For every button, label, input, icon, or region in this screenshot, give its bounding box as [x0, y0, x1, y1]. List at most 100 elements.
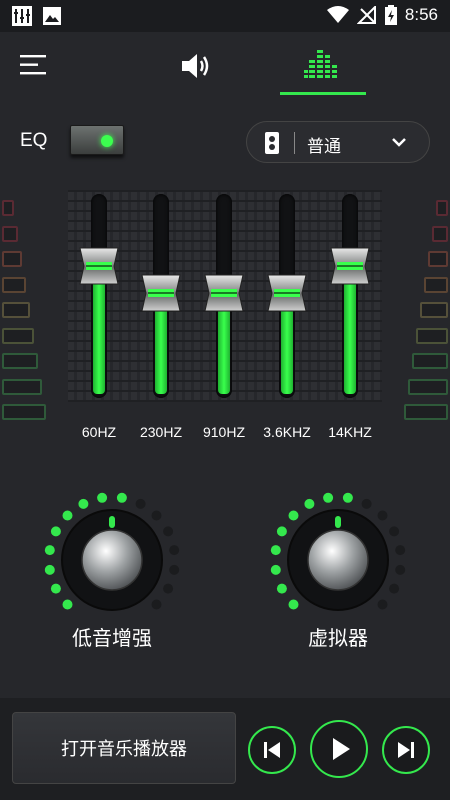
- knob-level-dot: [97, 492, 108, 503]
- preset-value: 普通: [307, 137, 341, 157]
- chevron-down-icon: [392, 138, 406, 147]
- vu-segment: [2, 353, 38, 369]
- knob-level-dot: [389, 526, 400, 537]
- slider-fill: [344, 270, 356, 394]
- vu-meter-right: [402, 200, 450, 430]
- equalizer-icon[interactable]: [304, 48, 340, 82]
- menu-icon[interactable]: [20, 54, 48, 76]
- vu-segment: [2, 225, 18, 242]
- knob-level-dot: [135, 498, 146, 509]
- eq-sliders-panel: [68, 190, 382, 402]
- knob-level-dot: [62, 510, 73, 521]
- eq-toggle-switch[interactable]: [70, 125, 124, 155]
- play-button[interactable]: [310, 720, 368, 778]
- eq-band-label: 14KHZ: [328, 424, 372, 440]
- vu-segment: [2, 404, 46, 420]
- vu-segment: [408, 378, 448, 395]
- knob-level-dot: [377, 510, 388, 521]
- knob-level-dot: [116, 492, 127, 503]
- knob-label: 虚拟器: [308, 626, 368, 650]
- knob-level-dot: [389, 583, 400, 594]
- active-tab-indicator: [280, 92, 366, 95]
- open-music-player-button[interactable]: 打开音乐播放器: [12, 712, 236, 784]
- eq-band-slider[interactable]: [325, 190, 375, 402]
- knob-indicator: [109, 516, 115, 528]
- knob-level-dot: [169, 564, 180, 575]
- knob-level-dot: [288, 510, 299, 521]
- knob-label: 低音增强: [72, 626, 152, 650]
- knob-level-dot: [276, 526, 287, 537]
- speaker-icon[interactable]: [180, 50, 216, 82]
- status-bar: 8:56: [0, 0, 450, 32]
- equalizer-notification-icon: [12, 6, 32, 26]
- knob-level-dot: [342, 492, 353, 503]
- knob-level-dot: [163, 526, 174, 537]
- vu-segment: [424, 276, 448, 293]
- image-notification-icon: [43, 7, 61, 25]
- vu-segment: [404, 404, 448, 420]
- play-icon: [333, 738, 350, 760]
- knob-level-dot: [270, 545, 281, 556]
- knob-level-dot: [395, 564, 406, 575]
- preset-dropdown[interactable]: 普通: [246, 121, 430, 163]
- previous-button[interactable]: [248, 726, 296, 774]
- slider-fill: [93, 270, 105, 394]
- vu-segment: [2, 327, 34, 344]
- knob-level-dot: [169, 545, 180, 556]
- vu-segment: [2, 251, 22, 267]
- knob-level-dot: [50, 583, 61, 594]
- vu-segment: [412, 353, 448, 369]
- knob-level-dot: [323, 492, 334, 503]
- skip-previous-icon: [264, 742, 280, 758]
- vu-segment: [2, 378, 42, 395]
- bass-boost-knob[interactable]: [42, 490, 182, 630]
- knob-level-dot: [288, 599, 299, 610]
- top-bar: [0, 32, 450, 98]
- speaker-box-icon: [265, 132, 279, 154]
- eq-label: EQ: [20, 130, 48, 151]
- knob-level-dot: [377, 599, 388, 610]
- knob-level-dot: [270, 564, 281, 575]
- knob-level-dot: [361, 498, 372, 509]
- knob-level-dot: [44, 564, 55, 575]
- wifi-icon: [326, 6, 349, 23]
- knob-level-dot: [78, 498, 89, 509]
- vu-segment: [416, 327, 448, 344]
- eq-band-slider[interactable]: [199, 190, 249, 402]
- knob-level-dot: [50, 526, 61, 537]
- eq-band-slider[interactable]: [74, 190, 124, 402]
- knob-level-dot: [163, 583, 174, 594]
- slider-thumb[interactable]: [78, 246, 120, 286]
- vu-segment: [2, 276, 26, 293]
- knob-level-dot: [151, 510, 162, 521]
- knob-level-dot: [276, 583, 287, 594]
- knob-indicator: [335, 516, 341, 528]
- eq-status-led: [101, 135, 113, 147]
- slider-thumb[interactable]: [203, 273, 245, 313]
- virtualizer-knob[interactable]: [268, 490, 408, 630]
- skip-next-icon: [398, 742, 414, 758]
- slider-thumb[interactable]: [329, 246, 371, 286]
- no-signal-icon: [356, 6, 376, 24]
- vu-segment: [436, 200, 448, 216]
- eq-band-slider[interactable]: [136, 190, 186, 402]
- knob-level-dot: [151, 599, 162, 610]
- vu-segment: [432, 225, 448, 242]
- knob-level-dot: [395, 545, 406, 556]
- clock: 8:56: [404, 5, 438, 24]
- eq-band-slider[interactable]: [262, 190, 312, 402]
- vu-segment: [2, 302, 30, 318]
- knob-level-dot: [62, 599, 73, 610]
- slider-thumb[interactable]: [140, 273, 182, 313]
- next-button[interactable]: [382, 726, 430, 774]
- knob-level-dot: [44, 545, 55, 556]
- player-bar: 打开音乐播放器: [0, 698, 450, 800]
- battery-charging-icon: [384, 5, 397, 25]
- slider-thumb[interactable]: [266, 273, 308, 313]
- vu-segment: [420, 302, 448, 318]
- vu-segment: [428, 251, 448, 267]
- preset-divider: [294, 132, 295, 154]
- vu-meter-left: [0, 200, 48, 430]
- knob-level-dot: [304, 498, 315, 509]
- vu-segment: [2, 200, 14, 216]
